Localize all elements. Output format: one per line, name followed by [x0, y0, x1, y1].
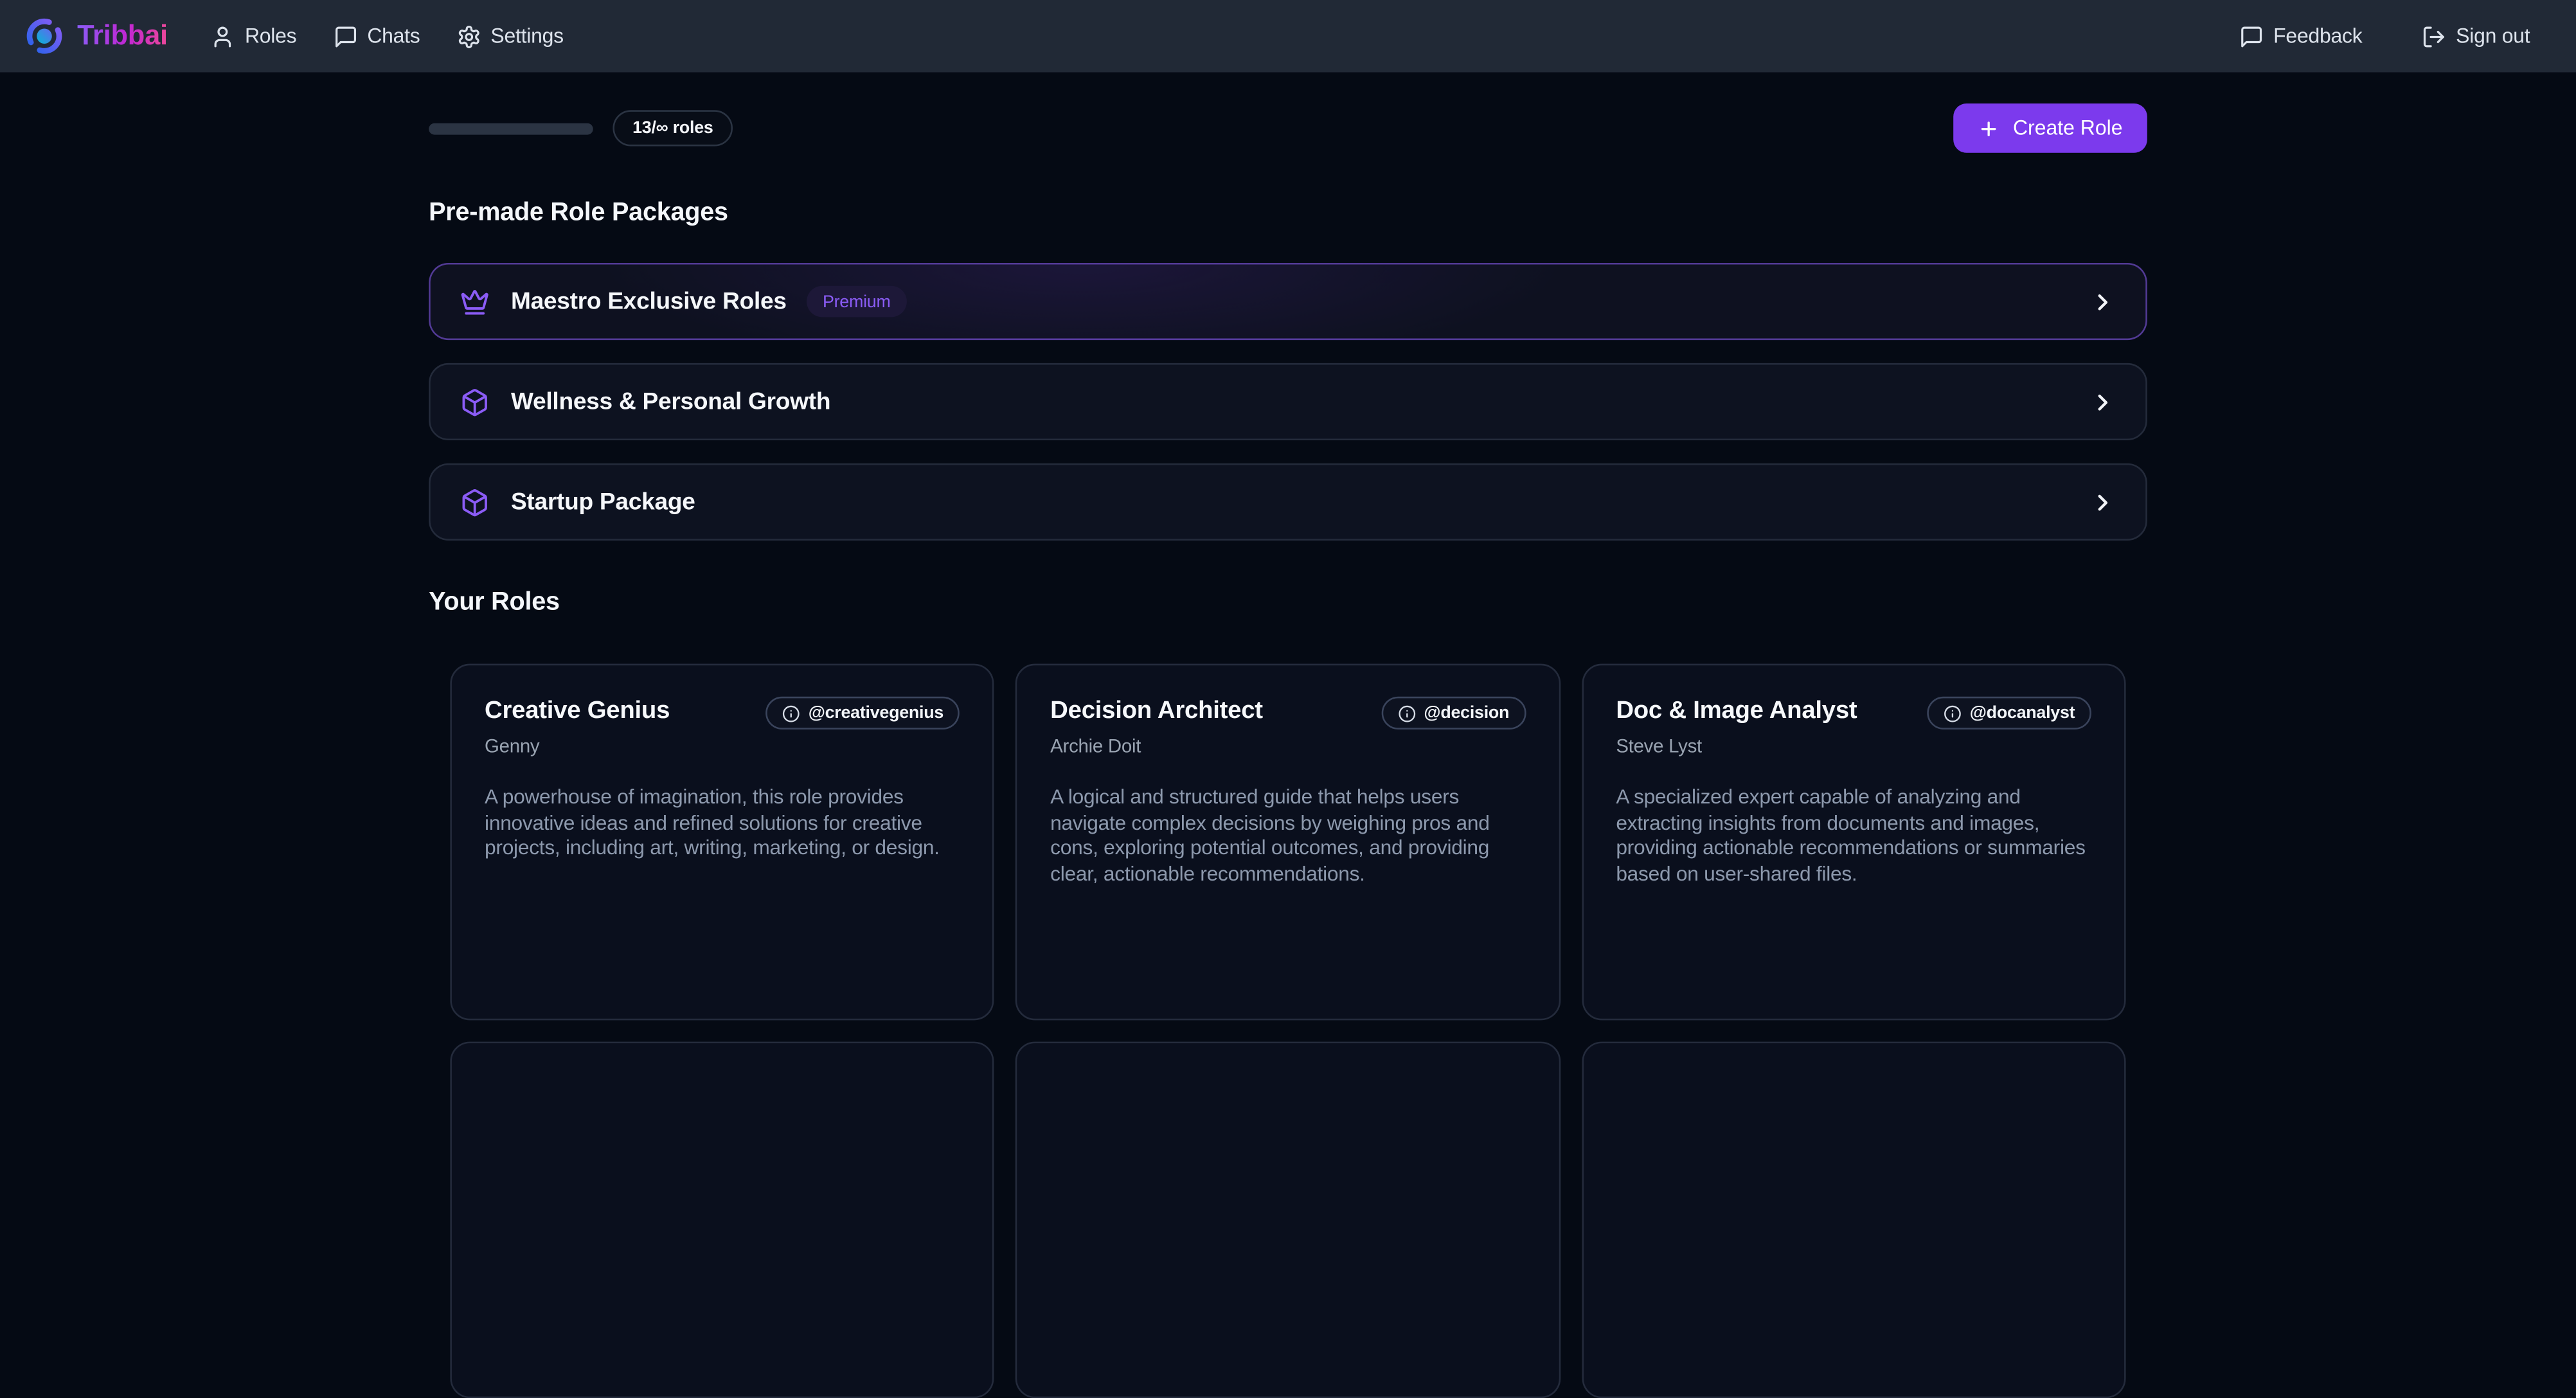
nav-item-roles[interactable]: Roles: [210, 24, 296, 48]
package-row-wellness[interactable]: Wellness & Personal Growth: [429, 363, 2147, 440]
nav-item-label: Chats: [367, 24, 420, 48]
sign-out-button[interactable]: Sign out: [2421, 24, 2530, 48]
package-icon: [460, 387, 490, 417]
role-handle: @decision: [1424, 703, 1509, 723]
sign-out-icon: [2421, 24, 2446, 48]
package-row-maestro[interactable]: Maestro Exclusive Roles Premium: [429, 263, 2147, 340]
premium-badge: Premium: [806, 286, 907, 318]
info-icon: [782, 704, 800, 722]
role-handle-badge[interactable]: @creativegenius: [765, 697, 960, 730]
sign-out-label: Sign out: [2456, 24, 2530, 48]
role-card-partial[interactable]: [1016, 1042, 1561, 1398]
gear-icon: [456, 24, 481, 48]
role-card-decision-architect[interactable]: Decision Architect @decision Archie Doit…: [1016, 664, 1561, 1021]
brand-logo-icon: [24, 17, 64, 56]
info-icon: [1944, 704, 1962, 722]
create-role-button[interactable]: Create Role: [1954, 103, 2147, 153]
role-subtitle: Archie Doit: [1050, 738, 1526, 758]
user-icon: [210, 24, 235, 48]
role-subtitle: Genny: [485, 738, 960, 758]
role-description: A specialized expert capable of analyzin…: [1616, 785, 2091, 889]
role-handle: @creativegenius: [809, 703, 944, 723]
chat-bubble-icon: [2239, 24, 2263, 48]
chevron-right-icon: [2089, 488, 2116, 515]
nav-item-label: Settings: [490, 24, 563, 48]
package-label: Wellness & Personal Growth: [511, 389, 830, 415]
roles-count-badge: 13/∞ roles: [613, 110, 733, 146]
role-card-creative-genius[interactable]: Creative Genius @creativegenius Genny A …: [450, 664, 994, 1021]
roles-toolbar: 13/∞ roles Create Role: [429, 103, 2147, 153]
nav-item-chats[interactable]: Chats: [333, 24, 420, 48]
role-title: Creative Genius: [485, 697, 670, 725]
package-label: Startup Package: [511, 488, 695, 515]
brand-name: Tribbai: [77, 20, 168, 53]
role-description: A powerhouse of imagination, this role p…: [485, 785, 960, 863]
role-description: A logical and structured guide that help…: [1050, 785, 1526, 889]
role-title: Doc & Image Analyst: [1616, 697, 1857, 725]
feedback-button[interactable]: Feedback: [2239, 24, 2362, 48]
crown-icon: [460, 287, 490, 316]
primary-nav: Roles Chats Settings: [210, 24, 564, 48]
role-subtitle: Steve Lyst: [1616, 738, 2091, 758]
nav-item-label: Roles: [245, 24, 296, 48]
chevron-right-icon: [2089, 289, 2116, 315]
roles-progress-bar: [429, 122, 593, 134]
chevron-right-icon: [2089, 389, 2116, 415]
nav-item-settings[interactable]: Settings: [456, 24, 564, 48]
package-label: Maestro Exclusive Roles: [511, 289, 787, 315]
role-handle-badge[interactable]: @decision: [1381, 697, 1526, 730]
role-card-partial[interactable]: [450, 1042, 994, 1398]
plus-icon: [1978, 118, 1999, 139]
role-card-grid: Creative Genius @creativegenius Genny A …: [429, 664, 2147, 1398]
feedback-label: Feedback: [2273, 24, 2362, 48]
package-row-startup[interactable]: Startup Package: [429, 463, 2147, 541]
role-card-doc-image-analyst[interactable]: Doc & Image Analyst @docanalyst Steve Ly…: [1582, 664, 2126, 1021]
package-list: Maestro Exclusive Roles Premium Wellness…: [429, 263, 2147, 541]
packages-section-title: Pre-made Role Packages: [429, 199, 2147, 228]
your-roles-section-title: Your Roles: [429, 588, 2147, 618]
create-role-label: Create Role: [2013, 116, 2122, 139]
brand[interactable]: Tribbai: [24, 17, 168, 56]
main-content: 13/∞ roles Create Role Pre-made Role Pac…: [429, 103, 2147, 1398]
role-handle: @docanalyst: [1970, 703, 2075, 723]
info-icon: [1398, 704, 1416, 722]
role-card-partial[interactable]: [1582, 1042, 2126, 1398]
app-root: Tribbai Roles Chats Settings: [0, 0, 2576, 1054]
chat-bubble-icon: [333, 24, 357, 48]
top-nav: Tribbai Roles Chats Settings: [0, 0, 2576, 72]
package-icon: [460, 487, 490, 517]
role-title: Decision Architect: [1050, 697, 1263, 725]
role-handle-badge[interactable]: @docanalyst: [1927, 697, 2091, 730]
nav-right: Feedback Sign out: [2239, 24, 2530, 48]
